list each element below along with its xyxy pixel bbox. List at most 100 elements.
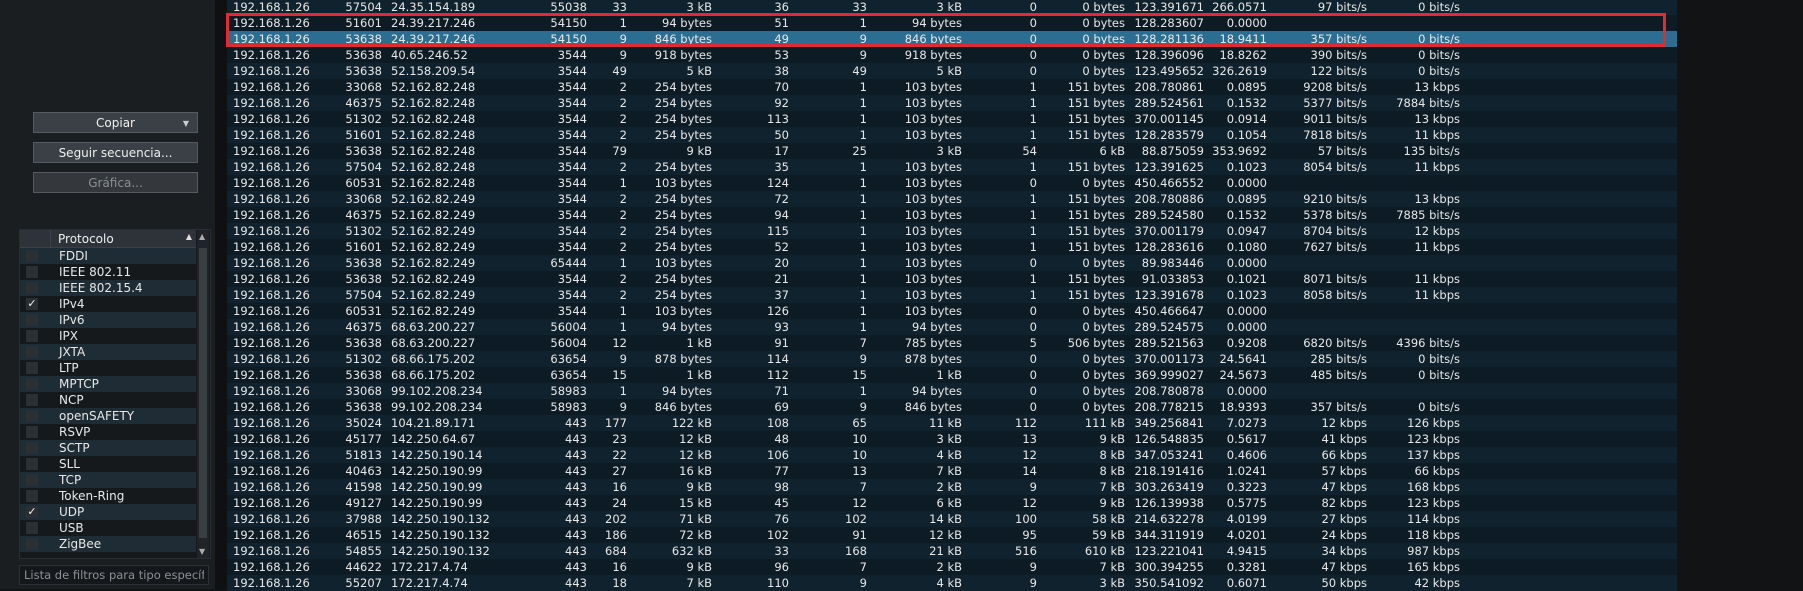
table-row[interactable]: 192.168.1.26 33068 52.162.82.248 3544 2 254 b… [227, 79, 1677, 95]
table-cell: 88.875059 [1141, 144, 1204, 158]
table-cell: 6 kB [936, 496, 962, 510]
table-cell: 59 kB [1092, 528, 1125, 542]
table-row[interactable]: 192.168.1.26 51601 52.162.82.248 3544 2 254 b… [227, 127, 1677, 143]
protocol-checkbox[interactable] [26, 394, 38, 406]
table-row[interactable]: 192.168.1.26 33068 52.162.82.249 3544 2 254 b… [227, 191, 1677, 207]
protocol-item[interactable]: USB [20, 520, 196, 536]
table-row[interactable]: 192.168.1.26 53638 68.66.175.202 63654 15 1 k… [227, 367, 1677, 383]
protocol-checkbox[interactable] [26, 426, 38, 438]
chevron-down-icon[interactable]: ▼ [183, 113, 189, 134]
protocol-item[interactable]: SLL [20, 456, 196, 472]
protocol-item[interactable]: IEEE 802.15.4 [20, 280, 196, 296]
table-cell: 8054 bits/s [1303, 160, 1367, 174]
table-row[interactable]: 192.168.1.26 33068 99.102.208.234 58983 1 94 … [227, 383, 1677, 399]
table-cell: 58 kB [1092, 512, 1125, 526]
table-row[interactable]: 192.168.1.26 53638 52.162.82.248 3544 79 9 kB… [227, 143, 1677, 159]
table-row[interactable]: 192.168.1.26 41598 142.250.190.99 443 16 9 kB… [227, 479, 1677, 495]
protocol-checkbox[interactable] [26, 330, 38, 342]
protocol-checkbox[interactable] [26, 538, 38, 550]
scrollbar-thumb[interactable] [199, 248, 207, 538]
table-row[interactable]: 192.168.1.26 51302 52.162.82.249 3544 2 254 b… [227, 223, 1677, 239]
protocol-item[interactable]: LTP [20, 360, 196, 376]
protocol-checkbox[interactable]: ✓ [26, 298, 38, 310]
table-row[interactable]: 192.168.1.26 44622 172.217.4.74 443 16 9 kB 96… [227, 559, 1677, 575]
protocol-item[interactable]: TCP [20, 472, 196, 488]
scroll-down-icon[interactable]: ▼ [199, 547, 205, 556]
table-row[interactable]: 192.168.1.26 57504 24.35.154.189 55038 33 3 k… [227, 0, 1677, 15]
table-row[interactable]: 192.168.1.26 53638 52.162.82.249 3544 2 254 b… [227, 271, 1677, 287]
protocol-item[interactable]: openSAFETY [20, 408, 196, 424]
graph-button[interactable]: Gráfica... [33, 172, 198, 193]
protocol-item[interactable]: NCP [20, 392, 196, 408]
protocol-filter-input[interactable] [19, 565, 209, 585]
protocol-item[interactable]: IEEE 802.11 [20, 264, 196, 280]
protocol-list-header[interactable]: Protocolo ▲ [20, 230, 196, 248]
protocol-item[interactable]: FDDI [20, 248, 196, 264]
panel-splitter[interactable] [215, 0, 227, 589]
table-row[interactable]: 192.168.1.26 51813 142.250.190.14 443 22 12 k… [227, 447, 1677, 463]
protocol-item[interactable]: JXTA [20, 344, 196, 360]
protocol-item[interactable]: ZigBee [20, 536, 196, 552]
table-row[interactable]: 192.168.1.26 53638 52.162.82.249 65444 1 103 … [227, 255, 1677, 271]
table-row[interactable]: 192.168.1.26 46375 52.162.82.249 3544 2 254 b… [227, 207, 1677, 223]
protocol-checkbox[interactable] [26, 362, 38, 374]
table-cell: 289.524575 [1134, 320, 1204, 334]
table-row[interactable]: 192.168.1.26 53638 68.63.200.227 56004 12 1 k… [227, 335, 1677, 351]
table-row[interactable]: 192.168.1.26 49127 142.250.190.99 443 24 15 k… [227, 495, 1677, 511]
table-row[interactable]: 192.168.1.26 35024 104.21.89.171 443 177 122 … [227, 415, 1677, 431]
table-row[interactable]: 192.168.1.26 53638 40.65.246.52 3544 9 918 by… [227, 47, 1677, 63]
table-row[interactable]: 192.168.1.26 53638 24.39.217.246 54150 9 846 … [227, 31, 1677, 47]
protocol-checkbox[interactable] [26, 314, 38, 326]
table-row[interactable]: 192.168.1.26 53638 99.102.208.234 58983 9 846… [227, 399, 1677, 415]
protocol-checkbox[interactable] [26, 490, 38, 502]
table-cell: 9210 bits/s [1303, 192, 1367, 206]
table-row[interactable]: 192.168.1.26 37988 142.250.190.132 443 202 71… [227, 511, 1677, 527]
table-row[interactable]: 192.168.1.26 40463 142.250.190.99 443 27 16 k… [227, 463, 1677, 479]
table-row[interactable]: 192.168.1.26 53638 52.158.209.54 3544 49 5 kB… [227, 63, 1677, 79]
table-row[interactable]: 192.168.1.26 51302 52.162.82.248 3544 2 254 b… [227, 111, 1677, 127]
protocol-item[interactable]: IPX [20, 328, 196, 344]
table-cell: 49 [774, 32, 789, 46]
protocol-checkbox[interactable] [26, 410, 38, 422]
table-cell: 33068 [345, 192, 382, 206]
table-row[interactable]: 192.168.1.26 60531 52.162.82.248 3544 1 103 b… [227, 175, 1677, 191]
table-row[interactable]: 192.168.1.26 51601 24.39.217.246 54150 1 94 b… [227, 15, 1677, 31]
protocol-checkbox[interactable] [26, 474, 38, 486]
follow-stream-button[interactable]: Seguir secuencia... [33, 142, 198, 163]
table-row[interactable]: 192.168.1.26 51302 68.66.175.202 63654 9 878 … [227, 351, 1677, 367]
table-cell: 1 [859, 208, 867, 222]
protocol-item[interactable]: ✓ IPv4 [20, 296, 196, 312]
table-row[interactable]: 192.168.1.26 57504 52.162.82.249 3544 2 254 b… [227, 287, 1677, 303]
table-cell: 192.168.1.26 [233, 48, 310, 62]
protocol-checkbox[interactable]: ✓ [26, 506, 38, 518]
protocol-item[interactable]: IPv6 [20, 312, 196, 328]
table-row[interactable]: 192.168.1.26 46375 52.162.82.248 3544 2 254 b… [227, 95, 1677, 111]
scroll-up-icon[interactable]: ▲ [199, 232, 205, 241]
table-row[interactable]: 192.168.1.26 45177 142.250.64.67 443 23 12 kB… [227, 431, 1677, 447]
copy-button[interactable]: Copiar ▼ [33, 112, 198, 133]
protocol-checkbox[interactable] [26, 378, 38, 390]
protocol-checkbox[interactable] [26, 250, 38, 262]
protocol-checkbox[interactable] [26, 282, 38, 294]
protocol-checkbox[interactable] [26, 442, 38, 454]
protocol-list-scrollbar[interactable]: ▲ ▼ [197, 230, 209, 558]
protocol-item[interactable]: SCTP [20, 440, 196, 456]
protocol-item[interactable]: Token-Ring [20, 488, 196, 504]
table-row[interactable]: 192.168.1.26 46375 68.63.200.227 56004 1 94 b… [227, 319, 1677, 335]
protocol-checkbox[interactable] [26, 346, 38, 358]
table-cell: 918 bytes [904, 48, 962, 62]
protocol-checkbox[interactable] [26, 266, 38, 278]
protocol-item[interactable]: MPTCP [20, 376, 196, 392]
protocol-checkbox[interactable] [26, 522, 38, 534]
table-row[interactable]: 192.168.1.26 51601 52.162.82.249 3544 2 254 b… [227, 239, 1677, 255]
protocol-checkbox[interactable] [26, 458, 38, 470]
table-row[interactable]: 192.168.1.26 54855 142.250.190.132 443 684 63… [227, 543, 1677, 559]
table-cell: 103 bytes [654, 304, 712, 318]
table-cell: 177 [605, 416, 627, 430]
table-row[interactable]: 192.168.1.26 60531 52.162.82.249 3544 1 103 b… [227, 303, 1677, 319]
table-cell: 65444 [550, 256, 587, 270]
protocol-item[interactable]: ✓ UDP [20, 504, 196, 520]
table-row[interactable]: 192.168.1.26 57504 52.162.82.248 3544 2 254 b… [227, 159, 1677, 175]
protocol-item[interactable]: RSVP [20, 424, 196, 440]
table-row[interactable]: 192.168.1.26 46515 142.250.190.132 443 186 72… [227, 527, 1677, 543]
